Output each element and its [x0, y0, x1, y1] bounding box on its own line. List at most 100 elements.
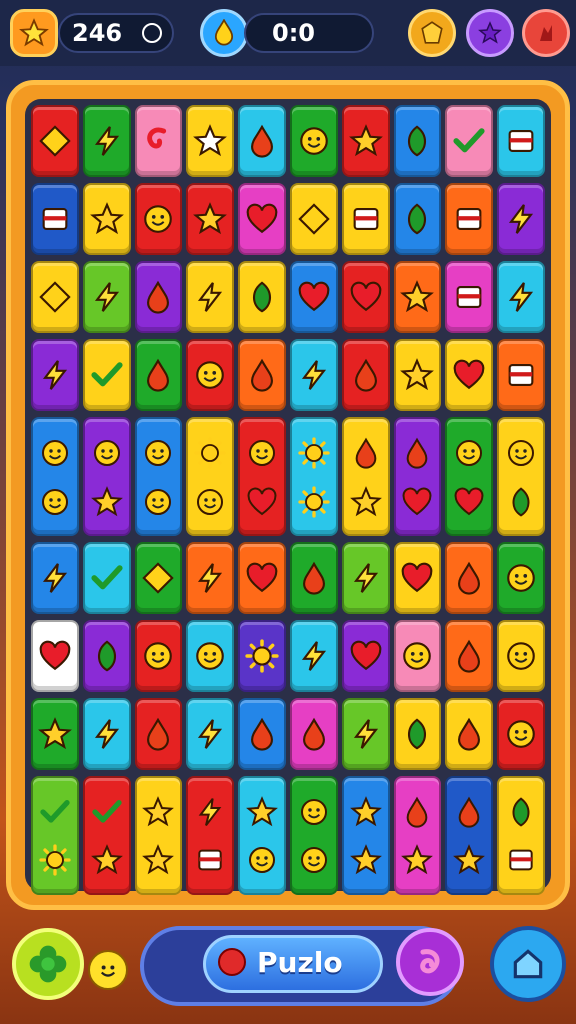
tile-r8-c1[interactable]: [31, 697, 79, 770]
tile-r2-c5[interactable]: [238, 183, 286, 255]
tile-r4-c5[interactable]: [238, 339, 286, 411]
tile-r6-c9[interactable]: [445, 541, 494, 614]
tile-r7-c6[interactable]: [290, 619, 338, 692]
tile-r7-c8[interactable]: [393, 619, 442, 692]
tile-r1-c6[interactable]: [290, 105, 338, 177]
tile-r5-c4[interactable]: [186, 417, 235, 536]
tile-r9-c6[interactable]: [290, 775, 338, 895]
tile-r3-c9[interactable]: [445, 261, 494, 333]
score-info-icon[interactable]: [142, 23, 162, 43]
tile-r3-c3[interactable]: [134, 261, 183, 333]
tile-r9-c8[interactable]: [393, 775, 442, 895]
tile-r9-c7[interactable]: [341, 775, 390, 895]
home-button[interactable]: [490, 926, 566, 1002]
score-star-button[interactable]: [10, 9, 58, 57]
tile-r7-c10[interactable]: [497, 619, 545, 692]
tile-r1-c1[interactable]: [31, 105, 79, 177]
tile-r4-c7[interactable]: [341, 339, 390, 411]
badge-button[interactable]: [408, 9, 456, 57]
tile-r6-c3[interactable]: [134, 541, 183, 614]
tile-r1-c9[interactable]: [445, 105, 494, 177]
tile-r6-c6[interactable]: [290, 541, 338, 614]
tile-r2-c3[interactable]: [134, 183, 183, 255]
tile-r5-c9[interactable]: [445, 417, 494, 536]
tile-r8-c9[interactable]: [445, 697, 494, 770]
tile-r8-c10[interactable]: [497, 697, 545, 770]
tile-r3-c4[interactable]: [186, 261, 235, 333]
tile-r4-c3[interactable]: [134, 339, 183, 411]
tile-r3-c10[interactable]: [497, 261, 545, 333]
tile-r7-c7[interactable]: [341, 619, 390, 692]
tile-r1-c2[interactable]: [82, 105, 131, 177]
tile-r2-c10[interactable]: [497, 183, 545, 255]
tile-r1-c5[interactable]: [238, 105, 286, 177]
tile-r7-c5[interactable]: [238, 619, 286, 692]
tile-r8-c8[interactable]: [393, 697, 442, 770]
timer-icon-button[interactable]: [200, 9, 248, 57]
tile-r9-c1[interactable]: [31, 775, 79, 895]
tile-r3-c2[interactable]: [82, 261, 131, 333]
tile-r1-c10[interactable]: [497, 105, 545, 177]
tile-r1-c8[interactable]: [393, 105, 442, 177]
tile-r5-c1[interactable]: [31, 417, 79, 536]
tile-r8-c5[interactable]: [238, 697, 286, 770]
tile-r8-c3[interactable]: [134, 697, 183, 770]
swirl-button[interactable]: [396, 928, 464, 996]
tile-r2-c1[interactable]: [31, 183, 79, 255]
tile-r7-c4[interactable]: [186, 619, 235, 692]
tile-r3-c6[interactable]: [290, 261, 338, 333]
tile-r2-c4[interactable]: [186, 183, 235, 255]
tile-r4-c4[interactable]: [186, 339, 235, 411]
tile-r4-c9[interactable]: [445, 339, 494, 411]
tile-r6-c10[interactable]: [497, 541, 545, 614]
tile-r5-c8[interactable]: [393, 417, 442, 536]
flower-button[interactable]: [12, 928, 84, 1000]
tile-r9-c4[interactable]: [186, 775, 235, 895]
tile-r4-c2[interactable]: [82, 339, 131, 411]
tile-r1-c7[interactable]: [341, 105, 390, 177]
star-badge-button[interactable]: [466, 9, 514, 57]
tile-r7-c3[interactable]: [134, 619, 183, 692]
tile-r4-c1[interactable]: [31, 339, 79, 411]
tile-r2-c7[interactable]: [341, 183, 390, 255]
tile-r9-c9[interactable]: [445, 775, 494, 895]
tile-r9-c3[interactable]: [134, 775, 183, 895]
tile-r6-c5[interactable]: [238, 541, 286, 614]
tile-r8-c7[interactable]: [341, 697, 390, 770]
tile-r3-c7[interactable]: [341, 261, 390, 333]
tile-r3-c1[interactable]: [31, 261, 79, 333]
tile-r7-c9[interactable]: [445, 619, 494, 692]
tile-r9-c5[interactable]: [238, 775, 286, 895]
tile-r1-c3[interactable]: [134, 105, 183, 177]
tile-r6-c1[interactable]: [31, 541, 79, 614]
tile-r6-c4[interactable]: [186, 541, 235, 614]
tile-r2-c9[interactable]: [445, 183, 494, 255]
tile-r5-c3[interactable]: [134, 417, 183, 536]
tile-r2-c2[interactable]: [82, 183, 131, 255]
tile-r5-c2[interactable]: [82, 417, 131, 536]
tile-r7-c2[interactable]: [82, 619, 131, 692]
tile-r4-c10[interactable]: [497, 339, 545, 411]
tile-r2-c8[interactable]: [393, 183, 442, 255]
tile-r3-c8[interactable]: [393, 261, 442, 333]
tile-r7-c1[interactable]: [31, 619, 79, 692]
tile-r4-c6[interactable]: [290, 339, 338, 411]
tile-r6-c8[interactable]: [393, 541, 442, 614]
tile-r3-c5[interactable]: [238, 261, 286, 333]
tile-r5-c10[interactable]: [497, 417, 545, 536]
tile-r5-c7[interactable]: [341, 417, 390, 536]
fire-button[interactable]: [522, 9, 570, 57]
tile-r5-c6[interactable]: [290, 417, 338, 536]
tile-r5-c5[interactable]: [238, 417, 286, 536]
tile-r2-c6[interactable]: [290, 183, 338, 255]
bolt-icon: [94, 718, 119, 749]
tile-r9-c2[interactable]: [82, 775, 131, 895]
tile-r1-c4[interactable]: [186, 105, 235, 177]
tile-r8-c2[interactable]: [82, 697, 131, 770]
tile-r6-c2[interactable]: [82, 541, 131, 614]
tile-r6-c7[interactable]: [341, 541, 390, 614]
tile-r9-c10[interactable]: [497, 775, 545, 895]
tile-r4-c8[interactable]: [393, 339, 442, 411]
tile-r8-c4[interactable]: [186, 697, 235, 770]
tile-r8-c6[interactable]: [290, 697, 338, 770]
